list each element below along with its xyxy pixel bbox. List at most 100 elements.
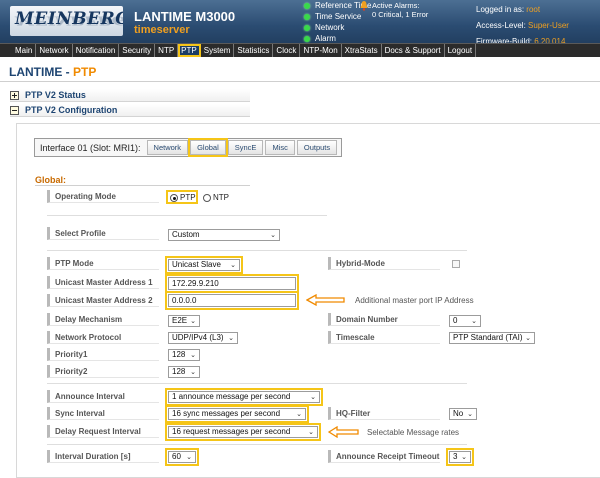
- main-nav: Main Network Notification Security NTP P…: [0, 43, 600, 57]
- nav-main[interactable]: Main: [12, 44, 37, 57]
- unicast-master-2-input[interactable]: 0.0.0.0: [165, 291, 299, 310]
- nav-system[interactable]: System: [201, 44, 235, 57]
- collapse-icon[interactable]: [10, 105, 19, 115]
- network-protocol-dropdown[interactable]: UDP/IPv4 (L3) ⌄: [168, 332, 238, 344]
- ptp-mode-dropdown[interactable]: Unicast Slave ⌄: [165, 256, 243, 274]
- nav-statistics[interactable]: Statistics: [234, 44, 274, 57]
- tab-global[interactable]: Global: [188, 138, 228, 157]
- select-profile-label: Select Profile: [47, 227, 159, 240]
- hq-filter-dropdown[interactable]: No ⌄: [449, 408, 477, 420]
- priority1-dropdown[interactable]: 128 ⌄: [168, 349, 200, 361]
- divider: [47, 215, 327, 216]
- page-title: LANTIME - PTP: [9, 65, 97, 79]
- section-ptp-v2-status[interactable]: PTP V2 Status: [10, 89, 250, 102]
- alarm-bell-icon: [360, 1, 368, 11]
- title-divider: [0, 81, 600, 82]
- unicast-master-1-label: Unicast Master Address 1: [47, 276, 159, 289]
- sync-interval-dropdown[interactable]: 16 sync messages per second ⌄: [165, 405, 309, 423]
- nav-notification[interactable]: Notification: [73, 44, 120, 57]
- radio-ntp[interactable]: NTP: [203, 193, 229, 202]
- alarms-detail: 0 Critical, 1 Error: [372, 10, 429, 19]
- status-time-service: Time Service: [304, 11, 371, 22]
- announce-interval-dropdown[interactable]: 1 announce message per second ⌄: [165, 388, 323, 406]
- operating-mode-label: Operating Mode: [47, 190, 159, 203]
- chevron-down-icon: ⌄: [190, 352, 196, 359]
- status-ok-icon: [304, 24, 310, 31]
- hq-filter-label: HQ-Filter: [328, 407, 440, 420]
- announce-receipt-timeout-label: Announce Receipt Timeout: [328, 450, 440, 463]
- nav-clock[interactable]: Clock: [273, 44, 301, 57]
- network-protocol-label: Network Protocol: [47, 331, 159, 344]
- delay-mechanism-label: Delay Mechanism: [47, 313, 159, 326]
- alarms-title: Active Alarms:: [372, 1, 420, 10]
- priority1-label: Priority1: [47, 348, 159, 361]
- delay-mechanism-dropdown[interactable]: E2E ⌄: [168, 315, 200, 327]
- chevron-down-icon: ⌄: [228, 335, 234, 342]
- ptp-mode-label: PTP Mode: [47, 257, 159, 270]
- chevron-down-icon: ⌄: [230, 262, 236, 269]
- radio-ptp-icon[interactable]: [170, 193, 178, 202]
- tab-outputs[interactable]: Outputs: [296, 140, 338, 155]
- chevron-down-icon: ⌄: [190, 369, 196, 376]
- delay-request-interval-dropdown[interactable]: 16 request messages per second ⌄: [165, 423, 321, 441]
- select-profile-dropdown[interactable]: Custom ⌄: [168, 229, 280, 241]
- nav-security[interactable]: Security: [119, 44, 156, 57]
- unicast-master-1-input[interactable]: 172.29.9.210: [165, 274, 299, 293]
- chevron-down-icon: ⌄: [461, 454, 467, 461]
- chevron-down-icon: ⌄: [467, 411, 473, 418]
- announce-interval-label: Announce Interval: [47, 390, 159, 403]
- interval-duration-label: Interval Duration [s]: [47, 450, 159, 463]
- login-user: root: [526, 5, 541, 14]
- chevron-down-icon: ⌄: [186, 454, 192, 461]
- app-header: MEINBERG MEINBERG LANTIME M3000 timeserv…: [0, 0, 600, 46]
- nav-ptp[interactable]: PTP: [178, 44, 201, 57]
- radio-ntp-icon[interactable]: [203, 193, 211, 202]
- tab-synce[interactable]: SyncE: [227, 140, 264, 155]
- access-level: Super-User: [528, 21, 569, 30]
- domain-number-dropdown[interactable]: 0 ⌄: [449, 315, 481, 327]
- interval-duration-dropdown[interactable]: 60 ⌄: [165, 448, 199, 466]
- radio-ptp[interactable]: PTP: [170, 193, 196, 202]
- product-name: LANTIME M3000: [134, 9, 236, 24]
- additional-master-note: Additional master port IP Address: [355, 296, 474, 305]
- status-network: Network: [304, 22, 371, 33]
- priority2-dropdown[interactable]: 128 ⌄: [168, 366, 200, 378]
- chevron-down-icon: ⌄: [525, 335, 531, 342]
- delay-request-interval-label: Delay Request Interval: [47, 425, 159, 438]
- nav-ntp-mon[interactable]: NTP-Mon: [300, 44, 342, 57]
- unicast-master-2-label: Unicast Master Address 2: [47, 294, 159, 307]
- divider: [47, 383, 467, 384]
- timescale-label: Timescale: [328, 331, 440, 344]
- message-rates-note: Selectable Message rates: [367, 428, 460, 437]
- hybrid-mode-label: Hybrid-Mode: [328, 257, 440, 270]
- active-alarms[interactable]: Active Alarms: 0 Critical, 1 Error: [360, 1, 429, 19]
- section-ptp-v2-configuration[interactable]: PTP V2 Configuration: [10, 104, 250, 117]
- group-divider: [35, 185, 250, 186]
- chevron-down-icon: ⌄: [310, 394, 316, 401]
- divider: [47, 250, 467, 251]
- timescale-dropdown[interactable]: PTP Standard (TAI) ⌄: [449, 332, 535, 344]
- announce-receipt-timeout-dropdown[interactable]: 3 ⌄: [446, 448, 474, 466]
- hybrid-mode-checkbox[interactable]: [452, 260, 460, 268]
- arrow-left-icon: [306, 294, 345, 306]
- expand-icon[interactable]: [10, 90, 19, 100]
- interface-label: Interface 01 (Slot: MRI1):: [40, 142, 141, 153]
- chevron-down-icon: ⌄: [308, 429, 314, 436]
- nav-network[interactable]: Network: [36, 44, 73, 57]
- arrow-left-icon: [328, 426, 359, 438]
- nav-logout[interactable]: Logout: [445, 44, 477, 57]
- tab-misc[interactable]: Misc: [265, 140, 295, 155]
- chevron-down-icon: ⌄: [190, 318, 196, 325]
- meinberg-logo: MEINBERG MEINBERG: [10, 6, 123, 36]
- nav-xtrastats[interactable]: XtraStats: [342, 44, 382, 57]
- status-ok-icon: [304, 2, 310, 9]
- chevron-down-icon: ⌄: [471, 318, 477, 325]
- nav-ntp[interactable]: NTP: [155, 44, 179, 57]
- domain-number-label: Domain Number: [328, 313, 440, 326]
- chevron-down-icon: ⌄: [296, 411, 302, 418]
- tab-network[interactable]: Network: [146, 140, 189, 155]
- group-title-global: Global:: [35, 175, 66, 185]
- nav-docs-support[interactable]: Docs & Support: [382, 44, 445, 57]
- divider: [47, 444, 467, 445]
- interface-tab-bar: Interface 01 (Slot: MRI1): Network Globa…: [34, 138, 343, 157]
